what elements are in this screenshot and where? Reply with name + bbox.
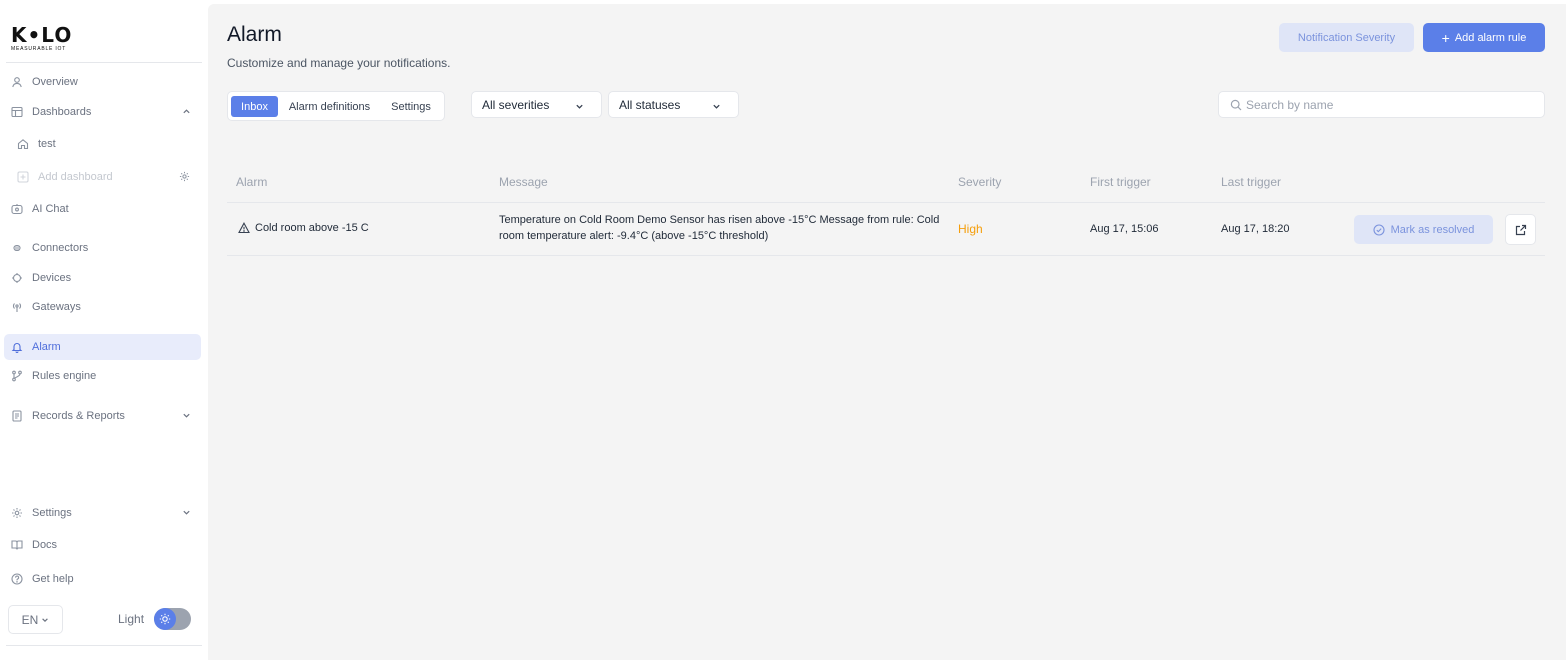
add-alarm-rule-label: Add alarm rule	[1454, 31, 1527, 44]
sidebar-item-connectors[interactable]: Connectors	[4, 235, 201, 261]
mark-as-resolved-button[interactable]: Mark as resolved	[1354, 215, 1493, 244]
search-input[interactable]	[1246, 97, 1526, 112]
status-filter-select[interactable]: All statuses	[608, 91, 739, 118]
branch-icon	[11, 370, 23, 382]
warning-icon	[238, 222, 250, 234]
theme-label: Light	[118, 612, 145, 626]
search-icon	[1230, 99, 1242, 111]
gear-icon[interactable]	[179, 171, 190, 185]
column-header-last-trigger: Last trigger	[1221, 175, 1282, 189]
column-header-alarm: Alarm	[236, 175, 268, 189]
sidebar-item-label: Devices	[32, 272, 72, 284]
sidebar-item-devices[interactable]: Devices	[4, 265, 201, 291]
sidebar-item-label: Add dashboard	[38, 171, 113, 183]
user-icon	[11, 76, 23, 88]
alarm-tabs: Inbox Alarm definitions Settings	[227, 91, 445, 121]
tab-alarm-definitions[interactable]: Alarm definitions	[282, 96, 377, 117]
severity-badge: High	[958, 222, 983, 236]
sidebar-item-label: AI Chat	[32, 203, 69, 215]
column-header-first-trigger: First trigger	[1090, 175, 1151, 189]
bot-icon	[11, 203, 23, 215]
sidebar-item-label: Get help	[32, 573, 74, 585]
table-header-divider	[227, 202, 1545, 203]
sidebar-item-docs[interactable]: Docs	[4, 532, 201, 558]
sidebar-item-gateways[interactable]: Gateways	[4, 294, 201, 320]
sidebar-item-label: Gateways	[32, 301, 81, 313]
sidebar-item-settings[interactable]: Settings	[4, 500, 201, 526]
plus-icon: +	[1441, 29, 1450, 46]
plug-icon	[11, 242, 23, 254]
table-row-divider	[227, 255, 1545, 256]
tab-inbox[interactable]: Inbox	[231, 96, 278, 117]
sidebar-item-alarm[interactable]: Alarm	[4, 334, 201, 360]
chevron-down-icon	[575, 100, 584, 114]
language-value: EN	[21, 612, 39, 627]
chevron-down-icon	[712, 100, 721, 114]
document-icon	[11, 410, 23, 422]
open-alarm-button[interactable]	[1505, 214, 1536, 245]
sidebar-item-rules-engine[interactable]: Rules engine	[4, 363, 201, 389]
help-icon	[11, 573, 23, 585]
tab-settings[interactable]: Settings	[383, 96, 439, 117]
page-subtitle: Customize and manage your notifications.	[227, 56, 451, 70]
sidebar-item-dashboard-test[interactable]: test	[4, 131, 201, 157]
chevron-down-icon[interactable]	[182, 508, 191, 520]
brand-logo[interactable]: K•LO MEASURABLE IOT	[11, 25, 72, 52]
sidebar-item-label: Dashboards	[32, 106, 92, 118]
sidebar-item-label: Overview	[32, 76, 78, 88]
search-box[interactable]	[1218, 91, 1545, 118]
gear-icon	[11, 507, 23, 519]
antenna-icon	[11, 301, 23, 313]
chip-icon	[11, 272, 23, 284]
sidebar-item-add-dashboard[interactable]: Add dashboard	[4, 164, 201, 190]
bell-icon	[11, 341, 23, 353]
external-link-icon	[1515, 224, 1527, 236]
sidebar-divider	[6, 62, 202, 63]
sidebar-item-ai-chat[interactable]: AI Chat	[4, 196, 201, 222]
mark-as-resolved-label: Mark as resolved	[1390, 223, 1475, 236]
sidebar-item-records-reports[interactable]: Records & Reports	[4, 403, 201, 429]
theme-toggle[interactable]	[154, 608, 191, 630]
plus-square-icon	[17, 171, 29, 183]
main-content: Alarm Customize and manage your notifica…	[208, 4, 1566, 660]
alarm-message: Temperature on Cold Room Demo Sensor has…	[499, 214, 940, 242]
notification-severity-button[interactable]: Notification Severity	[1279, 23, 1414, 52]
column-header-severity: Severity	[958, 175, 1002, 189]
sidebar: K•LO MEASURABLE IOT Overview Dashboards …	[0, 0, 205, 660]
check-circle-icon	[1373, 223, 1385, 236]
brand-name: K•LO	[11, 23, 73, 47]
sidebar-item-dashboards[interactable]: Dashboards	[4, 99, 201, 125]
sidebar-item-label: Docs	[32, 539, 58, 551]
last-trigger-value: Aug 17, 18:20	[1221, 223, 1290, 235]
sun-icon	[154, 608, 176, 630]
page-title: Alarm	[227, 23, 282, 46]
language-select[interactable]: EN	[8, 605, 63, 634]
sidebar-item-overview[interactable]: Overview	[4, 69, 201, 95]
brand-tagline: MEASURABLE IOT	[11, 46, 67, 52]
add-alarm-rule-button[interactable]: + Add alarm rule	[1423, 23, 1545, 52]
severity-filter-value: All severities	[482, 97, 550, 112]
sidebar-bottom-divider	[6, 645, 202, 646]
chevron-down-icon[interactable]	[182, 411, 191, 423]
sidebar-item-label: Connectors	[32, 242, 89, 254]
sidebar-item-label: Rules engine	[32, 370, 97, 382]
sidebar-item-label: Settings	[32, 507, 72, 519]
layout-icon	[11, 106, 23, 118]
first-trigger-value: Aug 17, 15:06	[1090, 223, 1159, 235]
sidebar-item-label: Records & Reports	[32, 410, 125, 422]
chevron-down-icon	[41, 616, 49, 624]
severity-filter-select[interactable]: All severities	[471, 91, 602, 118]
book-icon	[11, 539, 23, 551]
sidebar-item-label: Alarm	[32, 341, 61, 353]
column-header-message: Message	[499, 175, 548, 189]
sidebar-item-get-help[interactable]: Get help	[4, 566, 201, 592]
home-icon	[17, 138, 29, 150]
chevron-up-icon[interactable]	[182, 107, 191, 119]
sidebar-item-label: test	[38, 138, 56, 150]
alarm-cell: Cold room above -15 C	[238, 222, 369, 234]
alarm-name: Cold room above -15 C	[255, 222, 369, 234]
status-filter-value: All statuses	[619, 97, 681, 112]
